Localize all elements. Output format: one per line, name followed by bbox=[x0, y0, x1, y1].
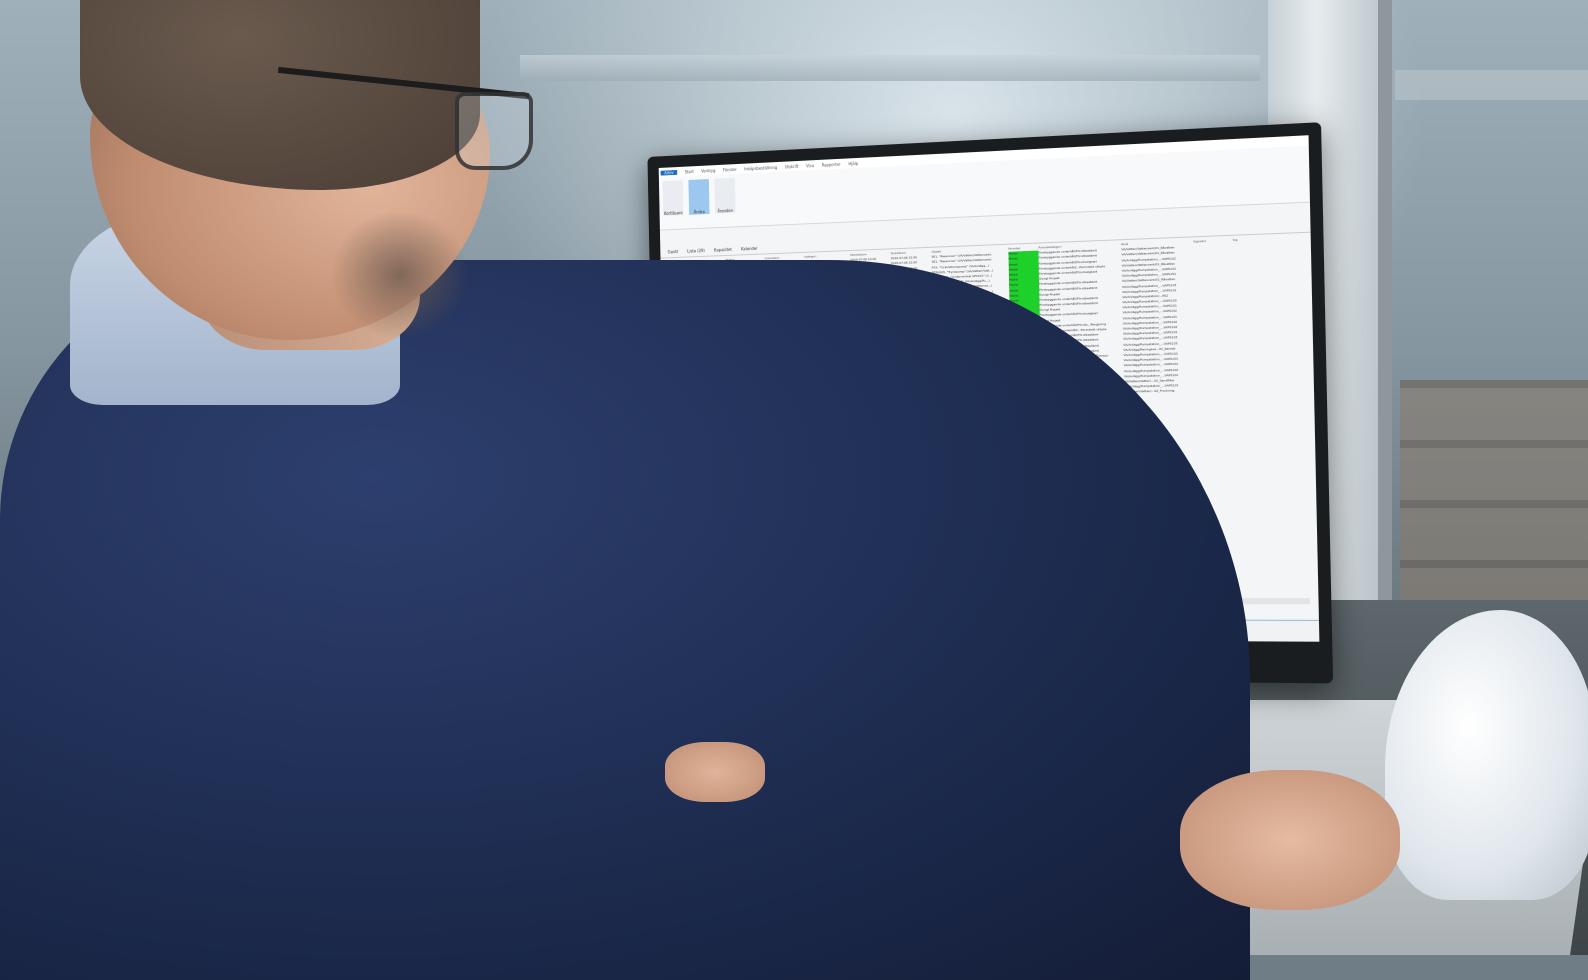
table-cell bbox=[1236, 387, 1247, 393]
tab[interactable]: Kapacitet bbox=[714, 246, 732, 252]
glasses-lens bbox=[455, 92, 533, 170]
menu-item[interactable]: Hjälp bbox=[848, 160, 858, 165]
tab[interactable]: Kalender bbox=[741, 245, 758, 251]
person-beard bbox=[330, 210, 470, 340]
menu-item[interactable]: Start bbox=[685, 169, 694, 174]
right-hand bbox=[1180, 770, 1400, 910]
menu-item[interactable]: Inköpsbeställning bbox=[744, 164, 777, 171]
menu-item[interactable]: Visa bbox=[806, 163, 814, 168]
tab[interactable]: Gantt bbox=[668, 249, 678, 254]
menu-item[interactable]: Arkiv bbox=[660, 169, 678, 176]
tab[interactable]: Lista (29) bbox=[687, 248, 705, 254]
menu-item[interactable]: Fönster bbox=[723, 166, 737, 172]
menu-item[interactable]: Rapporter bbox=[822, 161, 841, 167]
menu-item[interactable]: Verktyg bbox=[701, 168, 715, 174]
menu-item[interactable]: Utskrift bbox=[785, 163, 799, 169]
ceiling-beam bbox=[520, 55, 1260, 81]
left-hand bbox=[665, 742, 765, 802]
table-cell bbox=[1196, 387, 1236, 393]
ribbon-button[interactable]: Ändra bbox=[688, 179, 710, 215]
ribbon-button[interactable]: Kortläsare bbox=[662, 180, 684, 216]
ceiling-beam-right bbox=[1395, 70, 1588, 100]
ribbon-button[interactable]: Ärenden bbox=[714, 177, 736, 214]
